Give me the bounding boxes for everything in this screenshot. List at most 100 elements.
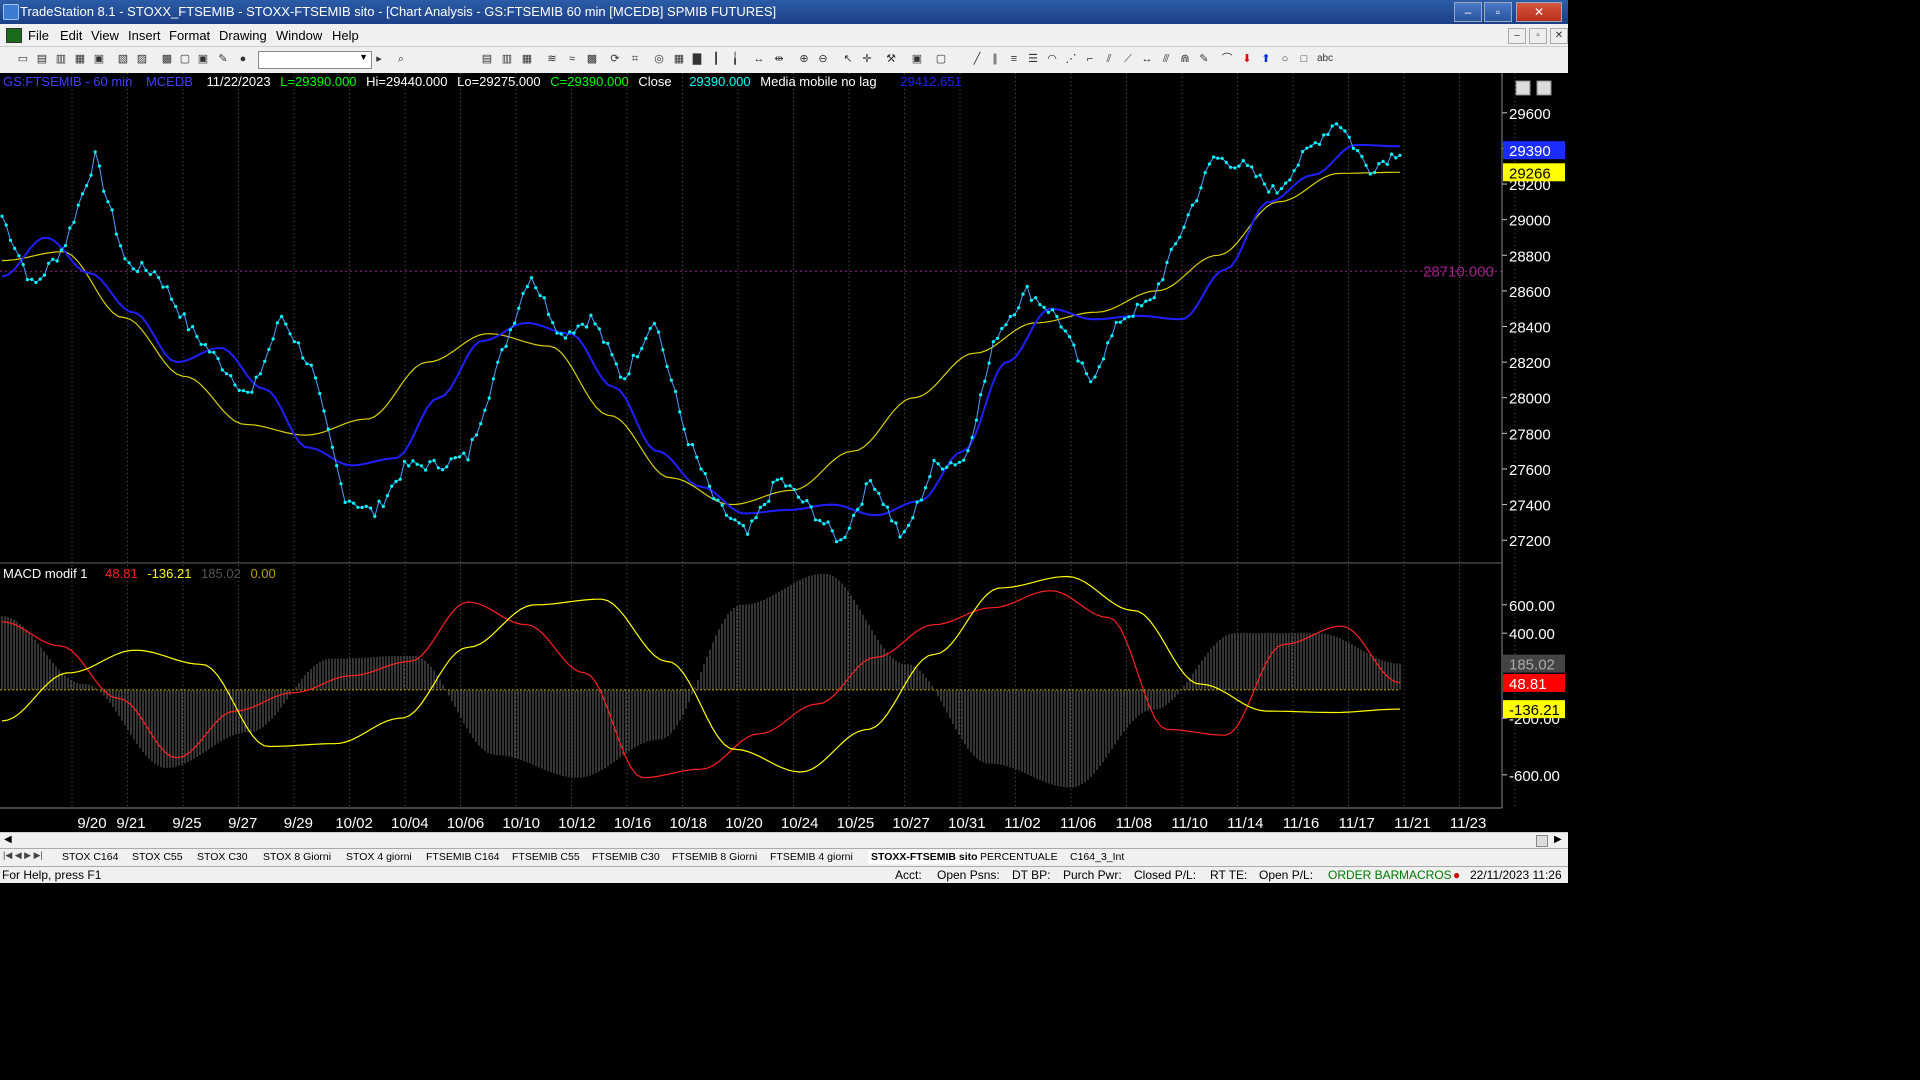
layout-icon-3[interactable]: ▦ <box>520 52 534 66</box>
chart-window-icon[interactable]: ▇ <box>690 52 704 66</box>
menu-format[interactable]: Format <box>169 28 210 43</box>
crosshair-icon[interactable]: ✛ <box>860 52 874 66</box>
tab-ftsemib-4-giorni[interactable]: FTSEMIB 4 giorni <box>770 850 853 864</box>
menu-window[interactable]: Window <box>276 28 322 43</box>
radar-icon[interactable]: ◎ <box>652 52 666 66</box>
chevron-down-icon[interactable]: ▼ <box>359 52 368 62</box>
close-button[interactable]: ✕ <box>1516 2 1562 22</box>
tab-ftsemib-c55[interactable]: FTSEMIB C55 <box>512 850 580 864</box>
text-icon[interactable]: abc <box>1316 52 1334 66</box>
pencil-icon[interactable]: ✎ <box>1197 52 1211 66</box>
indicator-icon[interactable]: ≋ <box>545 52 559 66</box>
tab-ftsemib-8-giorni[interactable]: FTSEMIB 8 Giorni <box>672 850 757 864</box>
curve-icon[interactable]: ⌒ <box>1220 52 1234 66</box>
arrow-up-icon[interactable]: ⬆ <box>1259 52 1273 66</box>
paint-icon[interactable]: ✎ <box>216 52 230 66</box>
trendline-icon[interactable]: ╱ <box>970 52 984 66</box>
compress-bars-icon[interactable]: ⇹ <box>772 52 786 66</box>
horizontal-scrollbar[interactable]: ◀ ▶ <box>0 832 1568 849</box>
subwindow-restore-button[interactable] <box>1536 80 1552 96</box>
close-point <box>1140 304 1144 308</box>
menu-view[interactable]: View <box>91 28 119 43</box>
matrix-icon[interactable]: ▦ <box>672 52 686 66</box>
measure-icon[interactable]: ↔ <box>1140 52 1154 66</box>
symbol-combo[interactable]: ▼ <box>258 51 372 69</box>
tab-c164-3-int[interactable]: C164_3_Int <box>1070 850 1124 864</box>
menu-insert[interactable]: Insert <box>128 28 161 43</box>
fib-icon[interactable]: ☰ <box>1026 52 1040 66</box>
subwindow-minimize-button[interactable] <box>1515 80 1531 96</box>
tab-ftsemib-c164[interactable]: FTSEMIB C164 <box>426 850 500 864</box>
zoom-in-icon[interactable]: ⊕ <box>797 52 811 66</box>
expand-bars-icon[interactable]: ↔ <box>752 52 766 66</box>
tab-nav-arrows[interactable]: |◀ ◀ ▶ ▶| <box>3 850 43 861</box>
horizontal-lines-icon[interactable]: ≡ <box>1007 52 1021 66</box>
lock-icon[interactable]: ▣ <box>196 52 210 66</box>
arrow-down-icon[interactable]: ⬇ <box>1240 52 1254 66</box>
print-icon[interactable]: ▨ <box>135 52 149 66</box>
menu-drawing[interactable]: Drawing <box>219 28 267 43</box>
ellipse-icon[interactable]: ○ <box>1278 52 1292 66</box>
chart-window[interactable]: GS:FTSEMIB - 60 min MCEDB 11/22/2023 L=2… <box>0 73 1568 843</box>
mdi-close-button[interactable]: ✕ <box>1550 28 1568 44</box>
pointer-icon[interactable]: ↖ <box>841 52 855 66</box>
vertical-lines-icon[interactable]: ∥ <box>988 52 1002 66</box>
candle-icon[interactable]: ╽ <box>728 52 742 66</box>
globe-icon[interactable]: ● <box>236 52 250 66</box>
tab-ftsemib-c30[interactable]: FTSEMIB C30 <box>592 850 660 864</box>
maximize-button[interactable]: ▫ <box>1484 2 1512 22</box>
tab-stox-c30[interactable]: STOX C30 <box>197 850 248 864</box>
copy-icon[interactable]: ▢ <box>178 52 192 66</box>
lock-icon-2[interactable]: ▢ <box>934 52 948 66</box>
speed-lines-icon[interactable]: ⫽ <box>1102 52 1116 66</box>
tab-stox-c55[interactable]: STOX C55 <box>132 850 183 864</box>
refresh-icon[interactable]: ⟳ <box>608 52 622 66</box>
print-preview-icon[interactable]: ▧ <box>116 52 130 66</box>
arc-icon[interactable]: ◠ <box>1045 52 1059 66</box>
tab-stox-8-giorni[interactable]: STOX 8 Giorni <box>263 850 331 864</box>
parallel-icon[interactable]: ⫻ <box>1159 52 1173 66</box>
zoom-out-icon[interactable]: ⊖ <box>816 52 830 66</box>
chart-doc-icon[interactable] <box>6 28 22 43</box>
bar-icon[interactable]: ┃ <box>709 52 723 66</box>
menu-help[interactable]: Help <box>332 28 359 43</box>
chart-canvas[interactable]: GS:FTSEMIB - 60 min MCEDB 11/22/2023 L=2… <box>0 73 1568 843</box>
tools-icon[interactable]: ⚒ <box>884 52 898 66</box>
scroll-left-icon[interactable]: ◀ <box>4 834 12 845</box>
new-icon[interactable]: ▭ <box>16 52 30 66</box>
app-icon[interactable] <box>3 4 19 20</box>
data-window-icon[interactable]: ▣ <box>910 52 924 66</box>
tab-stoxx-ftsemib-sito[interactable]: STOXX-FTSEMIB sito <box>868 850 981 864</box>
scroll-right-icon[interactable]: ▶ <box>1554 834 1562 845</box>
new-workspace-icon[interactable]: ▦ <box>73 52 87 66</box>
fan-icon[interactable]: ⋰ <box>1064 52 1078 66</box>
macros-indicator[interactable]: MACROS <box>1399 868 1452 882</box>
tab-percentuale[interactable]: PERCENTUALE <box>980 850 1058 864</box>
scroll-thumb[interactable] <box>1536 835 1548 847</box>
scan-icon[interactable]: ⌗ <box>628 52 642 66</box>
menu-file[interactable]: File <box>28 28 49 43</box>
gann-icon[interactable]: ⌐ <box>1083 52 1097 66</box>
minimize-button[interactable]: – <box>1454 2 1482 22</box>
mdi-minimize-button[interactable]: – <box>1508 28 1526 44</box>
strategy-icon[interactable]: ≈ <box>565 52 579 66</box>
menu-edit[interactable]: Edit <box>60 28 82 43</box>
open-icon[interactable]: ▤ <box>35 52 49 66</box>
mdi-restore-button[interactable]: ▫ <box>1529 28 1547 44</box>
tab-stox-4-giorni[interactable]: STOX 4 giorni <box>346 850 412 864</box>
layout-icon-2[interactable]: ▥ <box>500 52 514 66</box>
arrow-right-icon[interactable]: ▸ <box>372 52 386 66</box>
layout-icon-1[interactable]: ▤ <box>480 52 494 66</box>
open-workspace-icon[interactable]: ▥ <box>54 52 68 66</box>
order-bar-indicator[interactable]: ORDER BAR <box>1328 868 1399 882</box>
zoom-icon[interactable]: ⌕ <box>394 52 408 66</box>
close-point <box>377 499 381 503</box>
save-icon[interactable]: ▣ <box>92 52 106 66</box>
tab-stox-c164[interactable]: STOX C164 <box>62 850 118 864</box>
close-point <box>288 332 292 336</box>
channel-icon[interactable]: ⟋ <box>1121 52 1135 66</box>
andrews-icon[interactable]: ⋒ <box>1178 52 1192 66</box>
rectangle-icon[interactable]: □ <box>1297 52 1311 66</box>
chart-style-icon[interactable]: ▩ <box>585 52 599 66</box>
cut-icon[interactable]: ▩ <box>160 52 174 66</box>
